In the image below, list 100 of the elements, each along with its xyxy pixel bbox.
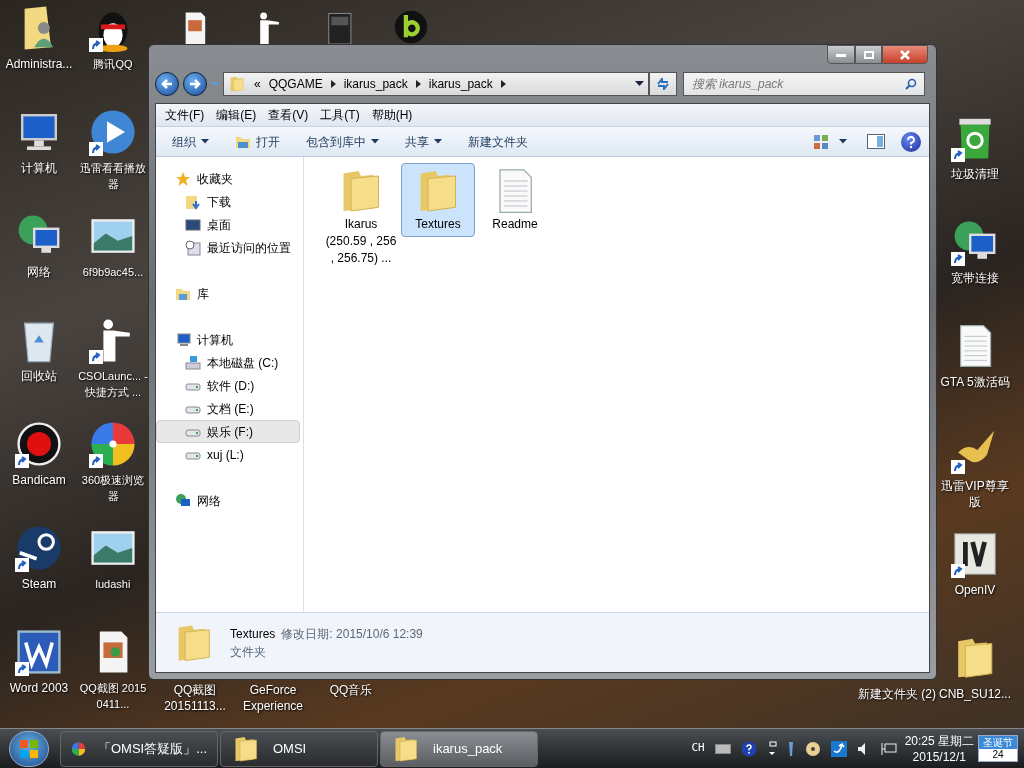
nav-pane-item[interactable]: 桌面 xyxy=(156,213,300,236)
nav-pane-item[interactable]: 娱乐 (F:) xyxy=(156,420,300,443)
desktop-icon-label[interactable]: 新建文件夹 (2) xyxy=(858,686,936,702)
caret-icon xyxy=(839,139,847,144)
help-icon xyxy=(907,135,915,148)
start-button[interactable] xyxy=(9,730,49,767)
nav-pane-item[interactable]: 本地磁盘 (C:) xyxy=(156,351,300,374)
keyboard-icon xyxy=(714,743,731,754)
desktop-icon-label[interactable]: QQ音乐 xyxy=(312,682,390,714)
nav-pane-item[interactable]: 最近访问的位置 xyxy=(156,236,300,259)
file-item[interactable]: Textures xyxy=(401,163,475,237)
taskbar-button[interactable]: 「OMSI答疑版」... xyxy=(60,730,218,767)
input-language[interactable]: CH xyxy=(691,740,705,757)
desktop-icon-label[interactable]: 宽带连接 xyxy=(936,270,1014,286)
openiv-logo-icon xyxy=(951,530,999,578)
nav-pane-item[interactable]: 网络 xyxy=(156,489,300,512)
toolbar-button[interactable]: 组织 xyxy=(164,129,217,154)
desktop-icon-label[interactable]: 网络 xyxy=(0,264,78,280)
breadcrumb-item[interactable]: QQGAME xyxy=(268,75,323,93)
calendar-badge[interactable]: 圣诞节 24 xyxy=(978,735,1018,762)
desktop-icon-label[interactable]: GTA 5激活码 xyxy=(936,374,1014,390)
nav-pane-item[interactable]: 收藏夹 xyxy=(156,167,300,190)
desktop-icon-label[interactable]: CNB_SU12... xyxy=(936,686,1014,702)
taskbar-button[interactable]: ikarus_pack xyxy=(380,730,538,767)
desktop-icon-label[interactable]: 回收站 xyxy=(0,368,78,384)
menu-item[interactable]: 帮助(H) xyxy=(365,106,419,124)
nav-pane-item[interactable]: xuj (L:) xyxy=(156,443,300,466)
details-modified-date: 修改日期: 2015/10/6 12:39 xyxy=(281,625,423,643)
file-item[interactable]: Readme xyxy=(478,163,552,237)
breadcrumb-item[interactable]: « xyxy=(254,75,261,93)
pinwheel-icon xyxy=(89,420,137,468)
nav-pane-item[interactable]: 下载 xyxy=(156,190,300,213)
nav-pane-item[interactable]: 软件 (D:) xyxy=(156,374,300,397)
desktop-icon-label[interactable]: 计算机 xyxy=(0,160,78,176)
desktop-icon-label[interactable]: GeForce Experience xyxy=(234,682,312,714)
desktop-icon-label[interactable]: OpenIV xyxy=(936,582,1014,598)
help-button[interactable] xyxy=(901,131,921,152)
menu-item[interactable]: 查看(V) xyxy=(262,106,315,124)
close-button[interactable] xyxy=(882,45,928,64)
word-icon xyxy=(15,628,63,676)
desktop-icon-label[interactable]: Bandicam xyxy=(0,472,78,488)
breadcrumb-item[interactable]: ikarus_pack xyxy=(343,75,408,93)
clock-time[interactable]: 20:25 星期二 xyxy=(904,732,974,749)
caret-icon xyxy=(635,81,644,87)
minimize-button[interactable] xyxy=(827,45,855,64)
preview-pane-icon xyxy=(867,134,885,149)
clock-date[interactable]: 2015/12/1 xyxy=(912,748,966,765)
desktop-icon-label[interactable]: 6f9b9ac45... xyxy=(78,264,148,280)
windows-logo-icon xyxy=(19,738,39,759)
details-file-name: Textures xyxy=(230,625,276,643)
steam-icon xyxy=(15,524,63,572)
desktop-icon-label[interactable]: Word 2003 xyxy=(0,680,78,696)
search-field[interactable]: 搜索 ikarus_pack xyxy=(683,72,925,96)
toolbar-button[interactable]: 共享 xyxy=(397,129,450,154)
maximize-button[interactable] xyxy=(855,45,882,64)
search-icon xyxy=(905,78,917,90)
close-icon xyxy=(900,49,910,60)
chevron-right-icon xyxy=(330,80,336,88)
back-button[interactable] xyxy=(155,72,179,96)
help-icon xyxy=(740,740,757,757)
address-bar[interactable]: « QQGAME ikarus_pack ikarus_pack xyxy=(223,72,649,96)
network-status-icon xyxy=(880,741,897,756)
toolbar-button[interactable]: 新建文件夹 xyxy=(460,129,536,154)
details-file-type: 文件夹 xyxy=(230,643,267,661)
desktop-icon-label[interactable]: Administra... xyxy=(0,56,78,72)
file-item[interactable]: Ikarus (250.59 , 256 , 256.75) ... xyxy=(324,163,398,271)
menu-item[interactable]: 编辑(E) xyxy=(210,106,263,124)
desktop-icon-label[interactable]: Steam xyxy=(0,576,78,592)
toolbar-button[interactable]: 包含到库中 xyxy=(298,129,387,154)
desktop-icon-label[interactable]: 360极速浏览器 xyxy=(78,472,148,504)
nav-pane-item[interactable]: 文档 (E:) xyxy=(156,397,300,420)
toolbar-button[interactable]: 打开 xyxy=(227,129,288,154)
desktop-icon-label[interactable]: 腾讯QQ xyxy=(78,56,148,72)
back-arrow-icon xyxy=(161,79,173,89)
menu-item[interactable]: 工具(T) xyxy=(314,106,366,124)
view-grid-icon xyxy=(813,133,829,150)
desktop-icon-label[interactable]: QQ截图 20150411... xyxy=(78,680,148,712)
nav-pane-item[interactable]: 计算机 xyxy=(156,328,300,351)
desktop-icon-label[interactable]: QQ截图 20151113... xyxy=(156,682,234,714)
nav-pane-item[interactable]: 库 xyxy=(156,282,300,305)
forward-arrow-icon xyxy=(189,79,201,89)
desktop-icon xyxy=(185,216,201,233)
folder-icon xyxy=(228,75,246,93)
forward-button[interactable] xyxy=(183,72,207,96)
desktop-icon-label[interactable]: ludashi xyxy=(78,576,148,592)
desktop-icon-label[interactable]: 垃圾清理 xyxy=(936,166,1014,182)
folder-icon xyxy=(235,134,251,149)
chevron-right-icon xyxy=(500,80,506,88)
taskbar-button[interactable]: OMSI xyxy=(220,730,378,767)
recent-places-icon xyxy=(185,239,201,256)
desktop-icon-label[interactable]: 迅雷看看播放器 xyxy=(78,160,148,192)
desktop-icon-label[interactable]: 迅雷VIP尊享版 xyxy=(936,478,1014,510)
menu-item[interactable]: 文件(F) xyxy=(159,106,211,124)
refresh-button[interactable] xyxy=(649,72,677,96)
record-icon xyxy=(15,420,63,468)
breadcrumb-item[interactable]: ikarus_pack xyxy=(428,75,493,93)
star-icon xyxy=(175,170,191,187)
refresh-arrows-icon xyxy=(656,78,670,90)
computer-icon xyxy=(175,331,191,348)
desktop-icon-label[interactable]: CSOLaunc... - 快捷方式 ... xyxy=(78,368,148,400)
